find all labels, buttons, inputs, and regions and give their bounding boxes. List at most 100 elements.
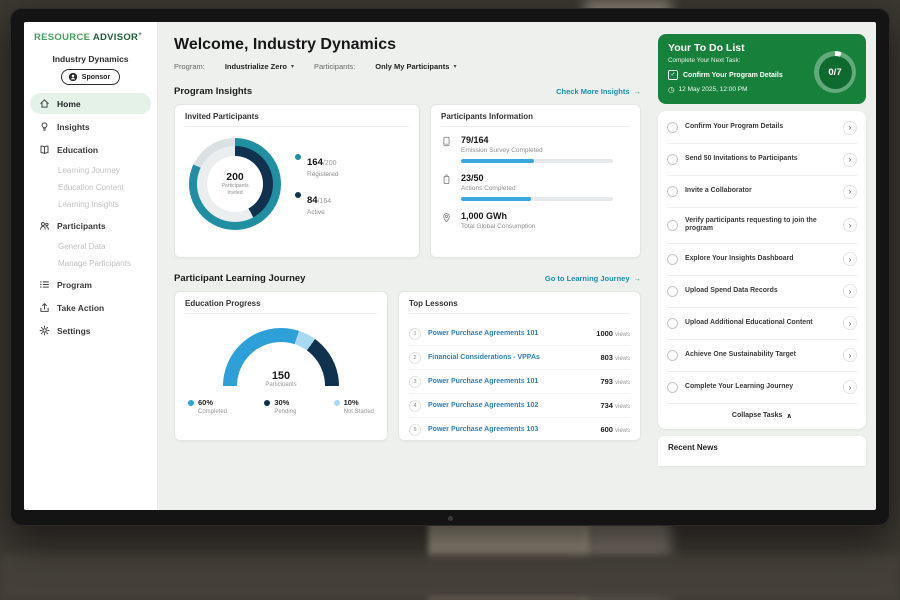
chevron-right-icon[interactable]: › xyxy=(843,252,857,266)
chevron-right-icon[interactable]: › xyxy=(843,316,857,330)
legend-pct: 30% xyxy=(274,398,289,407)
lesson-row[interactable]: 2 Financial Considerations - VPPAs 803vi… xyxy=(409,346,630,370)
metric-value: 79/164 xyxy=(461,135,613,145)
sidebar-item-education-content[interactable]: Education Content xyxy=(30,179,151,196)
gauge-center-label: 150 Participants xyxy=(223,370,339,386)
todo-task-row[interactable]: Complete Your Learning Journey › xyxy=(667,372,857,404)
monitor-frame: RESOURCE ADVISOR+ Industry Dynamics Spon… xyxy=(10,8,890,526)
sidebar-item-learning-journey[interactable]: Learning Journey xyxy=(30,162,151,179)
legend-item-registered: 164/200 Registered xyxy=(295,152,338,178)
sidebar-item-manage-participants[interactable]: Manage Participants xyxy=(30,255,151,272)
todo-due-label: 12 May 2025, 12:00 PM xyxy=(679,86,748,93)
lesson-views: 803views xyxy=(600,353,630,362)
chevron-right-icon[interactable]: › xyxy=(843,121,857,135)
legend-total: /164 xyxy=(318,198,332,205)
sidebar-item-learning-insights[interactable]: Learning Insights xyxy=(30,196,151,213)
legend-value: 84 xyxy=(307,195,318,206)
program-insights-header: Program Insights Check More Insights → xyxy=(174,86,641,97)
card-title: Education Progress xyxy=(185,299,377,314)
navy-dot-icon xyxy=(264,400,270,406)
legend-pct: 60% xyxy=(198,398,213,407)
todo-task-row[interactable]: Explore Your Insights Dashboard › xyxy=(667,244,857,276)
sidebar-item-take-action[interactable]: Take Action xyxy=(30,297,151,318)
checkbox-icon[interactable] xyxy=(667,186,678,197)
sidebar-item-education[interactable]: Education xyxy=(30,139,151,160)
legend-label: Completed xyxy=(198,409,227,415)
chevron-right-icon[interactable]: › xyxy=(843,185,857,199)
checkbox-icon[interactable] xyxy=(667,220,678,231)
top-lessons-card: Top Lessons 1 Power Purchase Agreements … xyxy=(398,291,641,441)
legend-item-pending: 30% Pending xyxy=(264,398,296,415)
sidebar-item-settings[interactable]: Settings xyxy=(30,320,151,341)
home-icon xyxy=(39,98,50,109)
chevron-right-icon[interactable]: › xyxy=(843,153,857,167)
todo-summary-card: Your To Do List Complete Your Next Task:… xyxy=(658,34,866,104)
battery-icon xyxy=(441,174,452,185)
checkbox-icon[interactable] xyxy=(667,286,678,297)
lesson-number: 1 xyxy=(409,328,421,340)
sidebar-subitem-label: General Data xyxy=(58,242,106,251)
participants-filter-label: Participants: xyxy=(314,62,355,71)
todo-next-task[interactable]: ✓ Confirm Your Program Details xyxy=(668,70,818,80)
recent-news-title: Recent News xyxy=(668,443,856,452)
lesson-link[interactable]: Power Purchase Agreements 102 xyxy=(428,402,538,409)
chevron-right-icon[interactable]: › xyxy=(843,284,857,298)
check-more-insights-link[interactable]: Check More Insights → xyxy=(556,87,641,96)
lesson-link[interactable]: Financial Considerations - VPPAs xyxy=(428,354,540,361)
sidebar-item-insights[interactable]: Insights xyxy=(30,116,151,137)
sidebar-item-participants[interactable]: Participants xyxy=(30,215,151,236)
sidebar-item-program[interactable]: Program xyxy=(30,274,151,295)
checkbox-icon[interactable] xyxy=(667,318,678,329)
sidebar-subitem-label: Manage Participants xyxy=(58,259,131,268)
sidebar-item-home[interactable]: Home xyxy=(30,93,151,114)
actions-completed-progressbar xyxy=(461,197,613,201)
learning-journey-title: Participant Learning Journey xyxy=(174,273,305,284)
lesson-link[interactable]: Power Purchase Agreements 101 xyxy=(428,330,538,337)
checkbox-icon[interactable] xyxy=(667,122,678,133)
lesson-link[interactable]: Power Purchase Agreements 101 xyxy=(428,378,538,385)
location-pin-icon xyxy=(441,212,452,223)
sponsor-badge[interactable]: Sponsor xyxy=(61,69,120,85)
lesson-link[interactable]: Power Purchase Agreements 103 xyxy=(428,426,538,433)
checkbox-icon[interactable] xyxy=(667,382,678,393)
participants-select[interactable]: Only My Participants ▾ xyxy=(375,62,456,71)
checkbox-icon[interactable] xyxy=(667,154,678,165)
program-select[interactable]: Industrialize Zero ▾ xyxy=(225,62,294,71)
lesson-row[interactable]: 4 Power Purchase Agreements 102 734views xyxy=(409,394,630,418)
go-to-learning-journey-link[interactable]: Go to Learning Journey → xyxy=(545,274,641,283)
todo-task-row[interactable]: Send 50 Invitations to Participants › xyxy=(667,144,857,176)
program-select-value: Industrialize Zero xyxy=(225,62,287,71)
legend-item-active: 84/164 Active xyxy=(295,190,338,216)
task-label: Upload Additional Educational Content xyxy=(685,319,836,328)
todo-task-row[interactable]: Upload Spend Data Records › xyxy=(667,276,857,308)
lesson-views: 1000views xyxy=(596,329,630,338)
todo-task-row[interactable]: Verify participants requesting to join t… xyxy=(667,208,857,244)
lesson-row[interactable]: 5 Power Purchase Agreements 103 600views xyxy=(409,418,630,441)
chevron-right-icon[interactable]: › xyxy=(843,218,857,232)
emission-survey-row: 79/164 Emission Survey Completed xyxy=(441,135,630,163)
sidebar-item-general-data[interactable]: General Data xyxy=(30,238,151,255)
todo-task-row[interactable]: Invite a Collaborator › xyxy=(667,176,857,208)
arrow-right-icon: → xyxy=(634,274,642,283)
checkbox-icon[interactable] xyxy=(667,350,678,361)
actions-completed-row: 23/50 Actions Completed xyxy=(441,173,630,201)
metric-value: 1,000 GWh xyxy=(461,211,535,221)
lesson-views: 734views xyxy=(600,401,630,410)
todo-task-row[interactable]: Confirm Your Program Details › xyxy=(667,112,857,144)
upload-icon xyxy=(39,302,50,313)
chevron-right-icon[interactable]: › xyxy=(843,348,857,362)
todo-task-row[interactable]: Upload Additional Educational Content › xyxy=(667,308,857,340)
education-progress-card: Education Progress 150 Participants 60 xyxy=(174,291,388,441)
todo-task-row[interactable]: Achieve One Sustainability Target › xyxy=(667,340,857,372)
gauge-center-value: 150 xyxy=(223,370,339,382)
checkbox-icon[interactable]: ✓ xyxy=(668,70,678,80)
brand-plus: + xyxy=(138,32,142,38)
gauge-legend: 60% Completed 30% Pending 10% Not Starte… xyxy=(185,398,377,415)
education-gauge-chart: 150 Participants xyxy=(223,328,339,386)
collapse-tasks-button[interactable]: Collapse Tasks ∧ xyxy=(667,404,857,428)
lesson-row[interactable]: 3 Power Purchase Agreements 101 793views xyxy=(409,370,630,394)
lesson-row[interactable]: 1 Power Purchase Agreements 101 1000view… xyxy=(409,322,630,346)
todo-task-list: Confirm Your Program Details › Send 50 I… xyxy=(658,111,866,429)
chevron-right-icon[interactable]: › xyxy=(843,380,857,394)
checkbox-icon[interactable] xyxy=(667,254,678,265)
